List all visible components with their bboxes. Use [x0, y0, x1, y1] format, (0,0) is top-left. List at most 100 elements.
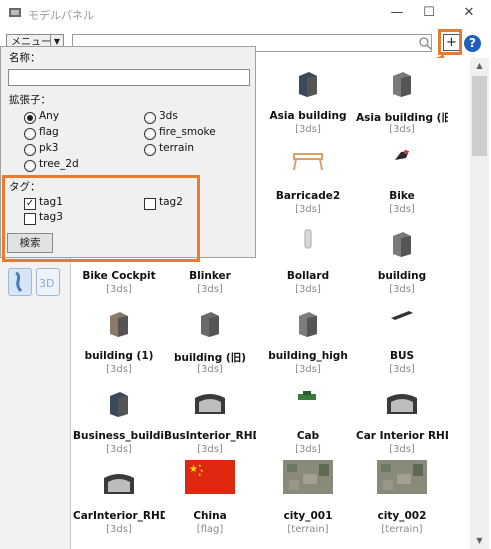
model-item[interactable]: Bike [3ds]	[356, 146, 448, 226]
model-item[interactable]: Business_buildi... [3ds]	[73, 386, 165, 466]
svg-text:3D: 3D	[39, 277, 54, 290]
model-name: Business_buildi...	[73, 430, 165, 442]
model-type: [3ds]	[389, 124, 415, 135]
model-name: Car Interior RHD	[356, 430, 448, 442]
model-name: Blinker	[189, 270, 231, 282]
building-icon	[389, 228, 415, 261]
svg-text:★: ★	[198, 472, 202, 477]
car-icon	[295, 388, 321, 407]
maximize-button[interactable]: ☐	[412, 0, 446, 28]
model-item[interactable]: city_001 [terrain]	[262, 460, 354, 546]
model-name: Bike	[389, 190, 415, 202]
radio-label-any: Any	[39, 110, 60, 122]
model-type: [3ds]	[106, 524, 132, 535]
terrain-icon	[283, 460, 333, 497]
model-name: China	[193, 510, 227, 522]
model-type: [flag]	[196, 524, 224, 535]
model-type: [3ds]	[295, 284, 321, 295]
radio-pk3[interactable]	[24, 144, 36, 156]
model-item[interactable]: CarInterior_RHD [3ds]	[73, 466, 165, 546]
model-name: BusInterior_RHD	[164, 430, 256, 442]
model-name: Asia building (旧)	[356, 112, 448, 124]
terrain-icon	[377, 460, 427, 497]
model-item[interactable]: BUS [3ds]	[356, 306, 448, 386]
model-item[interactable]: Car Interior RHD [3ds]	[356, 386, 448, 466]
model-name: building	[377, 270, 427, 282]
model-item[interactable]: Barricade2 [3ds]	[262, 146, 354, 226]
interior-icon	[383, 388, 421, 425]
model-name: Bollard	[286, 270, 330, 282]
model-item[interactable]: city_002 [terrain]	[356, 460, 448, 546]
model-type: [3ds]	[197, 444, 223, 455]
scroll-thumb[interactable]	[472, 76, 487, 156]
interior-icon	[100, 468, 138, 505]
svg-text:★: ★	[189, 464, 198, 475]
barricade-icon	[290, 148, 326, 175]
radio-label-terrain: terrain	[159, 142, 195, 154]
close-button[interactable]: ✕	[452, 0, 486, 28]
model-name: Bike Cockpit	[82, 270, 156, 282]
search-icon[interactable]	[418, 36, 432, 50]
model-type: [3ds]	[389, 444, 415, 455]
model-item[interactable]: building [3ds]	[356, 226, 448, 306]
model-item[interactable]: ★ ★ ★ ★ China [flag]	[164, 460, 256, 546]
name-field[interactable]	[8, 69, 250, 86]
model-type: [3ds]	[389, 284, 415, 295]
search-button[interactable]: 検索	[7, 233, 53, 253]
radio-label-fire-smoke: fire_smoke	[159, 126, 216, 138]
model-type: [terrain]	[381, 524, 423, 535]
minimize-button[interactable]: —	[380, 0, 414, 28]
side-button-curve[interactable]	[8, 268, 32, 296]
building-icon	[106, 308, 132, 341]
curve-icon	[15, 271, 23, 293]
interior-icon	[191, 388, 229, 425]
model-type: [3ds]	[197, 284, 223, 295]
radio-tree-2d[interactable]	[24, 160, 36, 172]
app-icon	[9, 8, 21, 17]
radio-flag[interactable]	[24, 128, 36, 140]
model-name: building (1)	[84, 350, 154, 362]
model-name: building (旧)	[173, 352, 247, 364]
model-item[interactable]: building_high [3ds]	[262, 306, 354, 386]
radio-label-flag: flag	[39, 126, 59, 138]
help-icon[interactable]: ?	[464, 35, 481, 52]
model-type: [3ds]	[197, 364, 223, 375]
radio-terrain[interactable]	[144, 144, 156, 156]
model-item[interactable]: Cab [3ds]	[262, 386, 354, 466]
model-item[interactable]: BusInterior_RHD [3ds]	[164, 386, 256, 466]
radio-any[interactable]	[24, 112, 36, 124]
building-icon	[389, 68, 415, 101]
model-type: [3ds]	[106, 284, 132, 295]
model-name: Barricade2	[275, 190, 341, 202]
radio-fire-smoke[interactable]	[144, 128, 156, 140]
scroll-down-icon[interactable]: ▼	[470, 533, 489, 549]
radio-3ds[interactable]	[144, 112, 156, 124]
bike-icon	[392, 148, 412, 167]
building-icon	[295, 308, 321, 341]
model-item[interactable]: Bollard [3ds]	[262, 226, 354, 306]
model-type: [3ds]	[106, 444, 132, 455]
model-type: [terrain]	[287, 524, 329, 535]
model-item[interactable]: Asia building [3ds]	[262, 66, 354, 146]
scroll-up-icon[interactable]: ▲	[470, 58, 489, 74]
model-item[interactable]: Asia building (旧) [3ds]	[356, 66, 448, 146]
bus-icon	[389, 308, 415, 325]
model-type: [3ds]	[295, 124, 321, 135]
model-type: [3ds]	[106, 364, 132, 375]
model-name: Asia building	[269, 110, 347, 122]
building-icon	[295, 68, 321, 101]
building-icon	[106, 388, 132, 421]
model-item[interactable]: building (1) [3ds]	[73, 306, 165, 386]
model-type: [3ds]	[295, 364, 321, 375]
model-type: [3ds]	[295, 444, 321, 455]
flag-icon: ★ ★ ★ ★	[185, 460, 235, 497]
model-name: BUS	[389, 350, 415, 362]
model-name: city_002	[377, 510, 427, 522]
side-button-3d[interactable]: 3D	[36, 268, 60, 296]
model-name: Cab	[296, 430, 320, 442]
model-name: CarInterior_RHD	[73, 510, 165, 522]
model-item[interactable]: building (旧) [3ds]	[164, 306, 256, 386]
bollard-icon	[303, 228, 313, 253]
3d-icon: 3D	[39, 277, 54, 290]
model-name: city_001	[283, 510, 333, 522]
